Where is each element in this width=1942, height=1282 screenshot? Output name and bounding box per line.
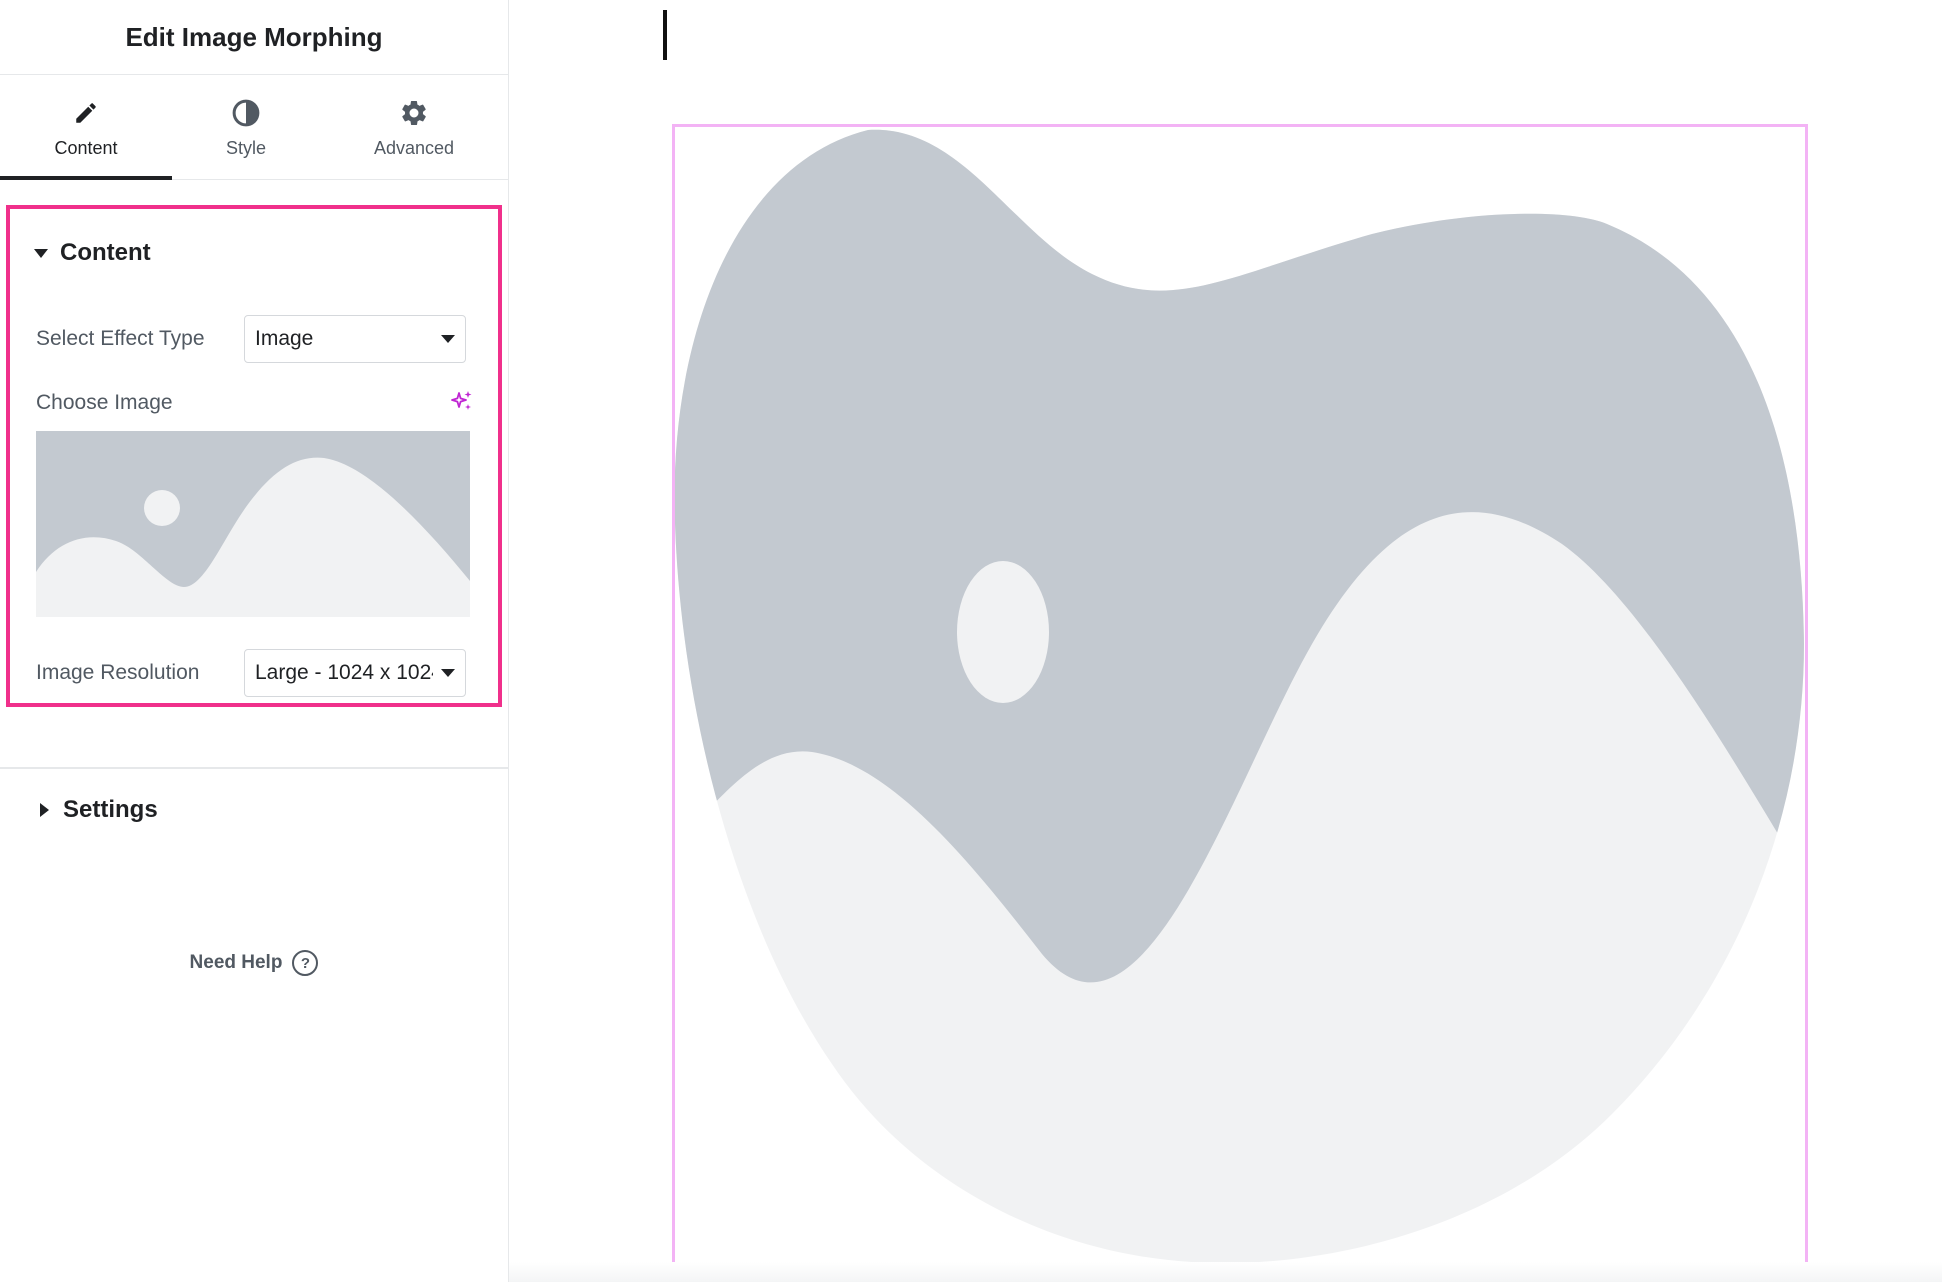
canvas-bottom-edge [509,1262,1942,1282]
choose-image-label: Choose Image [36,391,173,414]
section-title: Content [60,239,151,266]
editor-panel: Edit Image Morphing Content Style Advanc… [0,0,509,1282]
content-section-toggle[interactable]: Content [34,239,151,267]
tab-label: Content [54,137,118,158]
caret-down-icon [34,248,48,258]
effect-type-label: Select Effect Type [36,327,205,350]
image-placeholder[interactable] [36,431,470,617]
tab-label: Style [225,137,267,158]
panel-title: Edit Image Morphing [0,0,508,75]
need-help-link[interactable]: Need Help ? [0,950,508,976]
caret-down-icon [441,669,455,677]
section-title: Settings [63,796,158,823]
gear-icon [399,96,429,130]
placeholder-image-icon [36,431,470,617]
tab-label: Advanced [373,137,455,158]
pencil-icon [73,96,99,130]
image-resolution-label: Image Resolution [36,661,200,684]
tab-advanced[interactable]: Advanced [320,75,508,179]
effect-type-value: Image [255,327,314,350]
panel-tabs: Content Style Advanced [0,75,508,180]
need-help-label: Need Help [189,952,283,973]
effect-type-select[interactable]: Image [244,315,466,363]
contrast-icon [231,96,261,130]
caret-right-icon [40,803,49,817]
caret-down-icon [441,335,455,343]
settings-section-toggle[interactable]: Settings [40,796,158,824]
tab-content[interactable]: Content [0,75,172,179]
content-section: Content Select Effect Type Image Choose … [6,205,502,707]
image-resolution-select[interactable]: Large - 1024 x 1024 [244,649,466,697]
text-cursor [663,10,667,60]
question-circle-icon: ? [292,950,319,976]
image-resolution-value: Large - 1024 x 1024 [255,661,433,684]
section-divider [0,767,508,769]
widget-frame [672,124,1808,1276]
sparkle-icon[interactable] [450,389,474,413]
tab-style[interactable]: Style [172,75,320,179]
active-tab-indicator [0,176,172,180]
